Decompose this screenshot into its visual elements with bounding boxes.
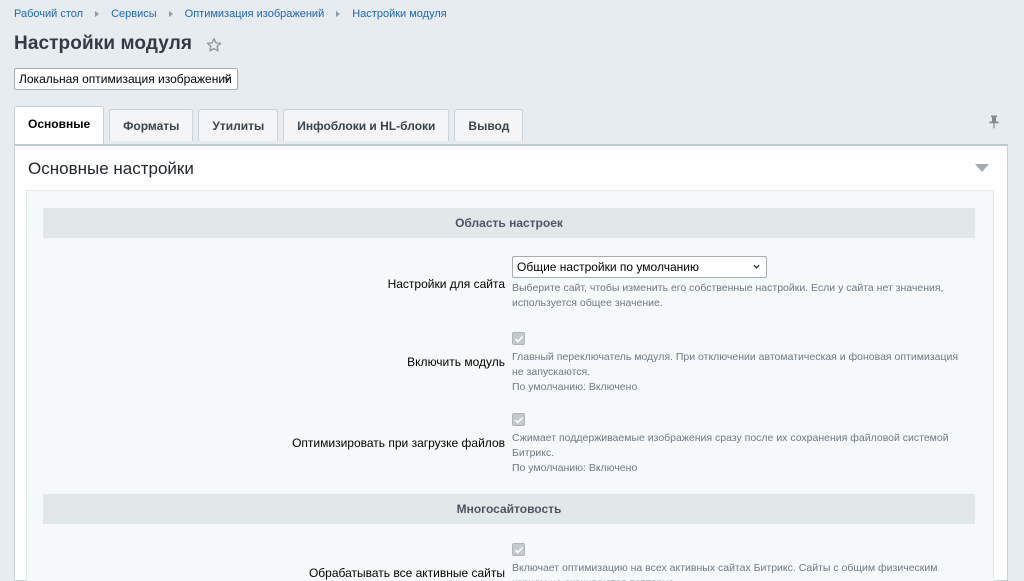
enable-module-hint: Главный переключатель модуля. При отключ… bbox=[512, 351, 959, 378]
checkmark-icon bbox=[514, 416, 524, 424]
optimize-upload-default: По умолчанию: Включено bbox=[512, 462, 638, 474]
optimize-upload-checkbox[interactable] bbox=[512, 413, 525, 426]
breadcrumb-item-module-settings[interactable]: Настройки модуля bbox=[352, 8, 446, 20]
all-sites-label: Обрабатывать все активные сайты bbox=[308, 566, 505, 580]
breadcrumb: Рабочий стол Сервисы Оптимизация изображ… bbox=[14, 7, 447, 21]
tab-infoblocks[interactable]: Инфоблоки и HL-блоки bbox=[283, 109, 450, 141]
all-sites-checkbox[interactable] bbox=[512, 543, 525, 556]
tab-utilities[interactable]: Утилиты bbox=[198, 109, 279, 141]
checkmark-icon bbox=[514, 335, 524, 343]
page-title: Настройки модуля bbox=[14, 33, 193, 54]
site-select[interactable]: Общие настройки по умолчанию bbox=[512, 256, 767, 278]
optimize-upload-field: Сжимает поддерживаемые изображения сразу… bbox=[512, 413, 962, 476]
optimize-upload-hint: Сжимает поддерживаемые изображения сразу… bbox=[512, 432, 949, 459]
tab-bar: Основные Форматы Утилиты Инфоблоки и HL-… bbox=[14, 106, 528, 144]
group-header-scope: Область настроек bbox=[43, 208, 975, 238]
breadcrumb-item-desktop[interactable]: Рабочий стол bbox=[14, 8, 83, 20]
tab-label: Форматы bbox=[123, 118, 180, 133]
tab-label: Вывод bbox=[468, 118, 510, 133]
chevron-right-icon bbox=[336, 11, 341, 17]
site-select-value: Общие настройки по умолчанию bbox=[517, 260, 699, 274]
section-title: Основные настройки bbox=[28, 159, 194, 178]
chevron-down-icon bbox=[224, 76, 231, 81]
site-settings-hint: Выберите сайт, чтобы изменить его собств… bbox=[512, 282, 944, 309]
group-header-multisite: Многосайтовость bbox=[43, 494, 975, 524]
enable-module-field: Главный переключатель модуля. При отключ… bbox=[512, 332, 962, 395]
module-select-value: Локальная оптимизация изображений bbox=[19, 72, 232, 86]
tab-label: Утилиты bbox=[212, 118, 265, 133]
chevron-right-icon bbox=[95, 11, 100, 17]
collapse-arrow-icon[interactable] bbox=[975, 164, 989, 172]
settings-panel: Основные настройки Область настроек Наст… bbox=[14, 144, 1008, 581]
section-header[interactable]: Основные настройки bbox=[15, 146, 1007, 190]
site-settings-field: Общие настройки по умолчанию Выберите са… bbox=[512, 256, 962, 311]
optimize-upload-label: Оптимизировать при загрузке файлов bbox=[292, 436, 505, 450]
breadcrumb-item-services[interactable]: Сервисы bbox=[111, 8, 157, 20]
page-header: Настройки модуля bbox=[14, 33, 222, 55]
tab-label: Основные bbox=[28, 116, 91, 131]
enable-module-label: Включить модуль bbox=[407, 355, 505, 369]
tab-main[interactable]: Основные bbox=[14, 106, 105, 144]
star-icon[interactable] bbox=[206, 37, 222, 53]
checkmark-icon bbox=[514, 546, 524, 554]
pin-icon[interactable] bbox=[988, 115, 1000, 129]
tab-output[interactable]: Вывод bbox=[454, 109, 524, 141]
enable-module-checkbox[interactable] bbox=[512, 332, 525, 345]
settings-content: Область настроек Настройки для сайта Общ… bbox=[26, 190, 994, 581]
all-sites-field: Включает оптимизацию на всех активных са… bbox=[512, 543, 962, 581]
chevron-right-icon bbox=[168, 11, 173, 17]
tab-formats[interactable]: Форматы bbox=[109, 109, 194, 141]
site-settings-label: Настройки для сайта bbox=[387, 277, 505, 291]
tab-label: Инфоблоки и HL-блоки bbox=[297, 118, 436, 133]
chevron-down-icon bbox=[753, 264, 760, 269]
all-sites-hint: Включает оптимизацию на всех активных са… bbox=[512, 562, 938, 581]
module-select[interactable]: Локальная оптимизация изображений bbox=[14, 68, 238, 90]
breadcrumb-item-image-optimization[interactable]: Оптимизация изображений bbox=[185, 8, 325, 20]
enable-module-default: По умолчанию: Включено bbox=[512, 381, 638, 393]
